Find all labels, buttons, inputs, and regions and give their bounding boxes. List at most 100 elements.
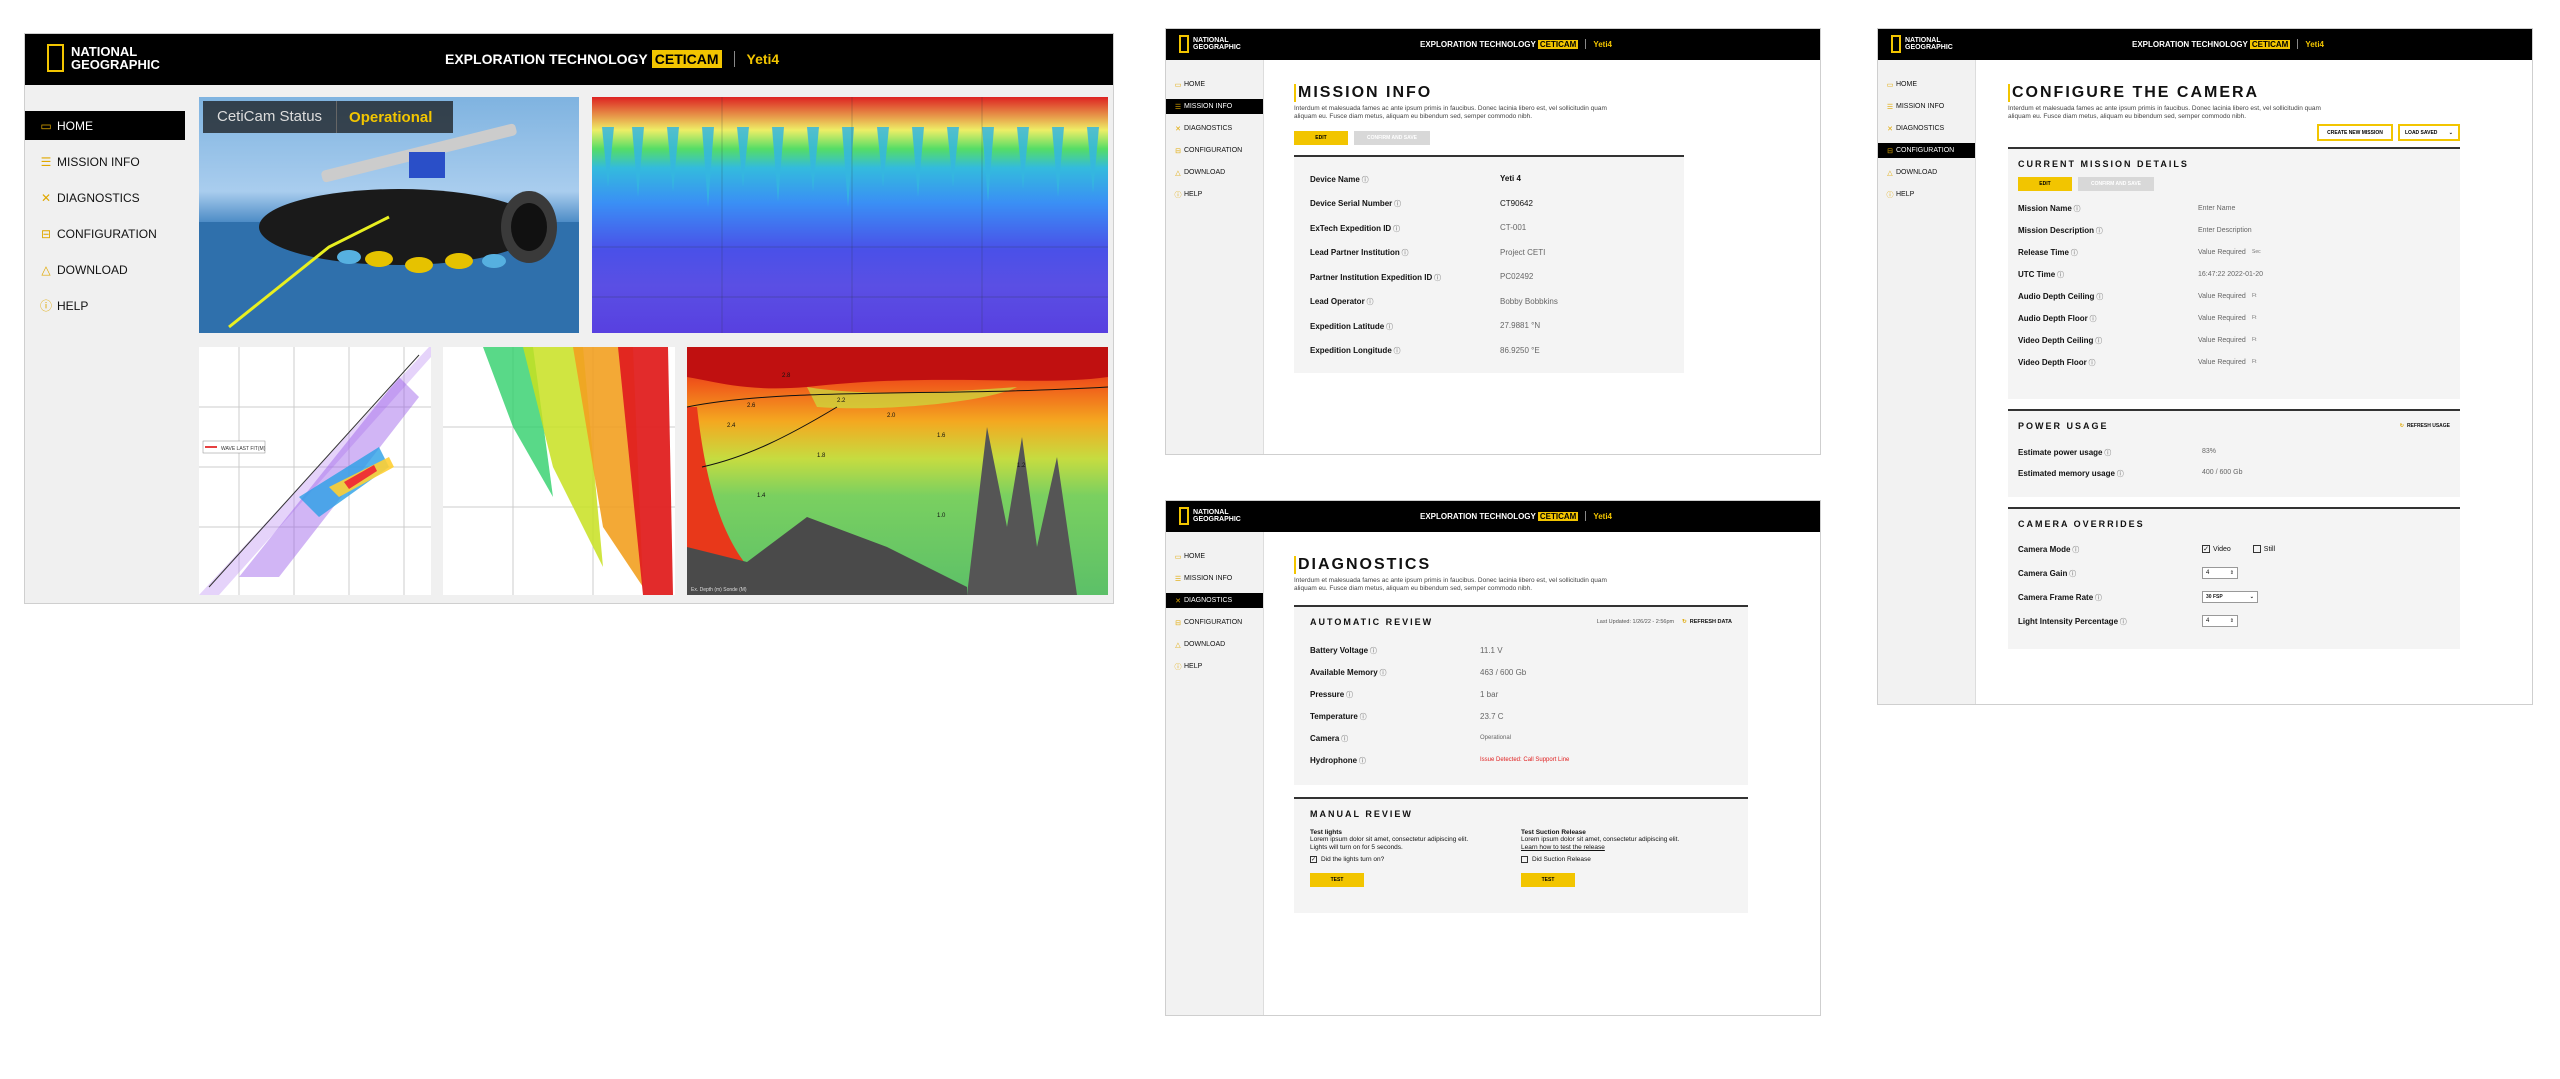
video-floor-input[interactable]: Value Required	[2198, 359, 2252, 366]
info-icon[interactable]: ⓘ	[1432, 275, 1441, 282]
info-icon[interactable]: ⓘ	[2094, 228, 2103, 235]
nav-item-configuration[interactable]: ⊟ CONFIGURATION	[1878, 143, 1975, 158]
natgeo-logo[interactable]: NATIONAL GEOGRAPHIC	[1179, 35, 1241, 53]
logo-frame-icon	[1891, 35, 1901, 53]
info-icon[interactable]: ⓘ	[1360, 177, 1369, 184]
nav-item-diagnostics[interactable]: ✕ DIAGNOSTICS	[1878, 121, 1975, 136]
info-icon[interactable]: ⓘ	[1365, 299, 1374, 306]
info-icon[interactable]: ⓘ	[1392, 348, 1401, 355]
still-radio[interactable]: Still	[2252, 545, 2275, 554]
nav-item-download[interactable]: △ DOWNLOAD	[1878, 165, 1975, 180]
download-icon: △	[1175, 169, 1181, 177]
nav-item-help[interactable]: ⓘ HELP	[1878, 187, 1975, 202]
mission-description-input[interactable]: Enter Description	[2198, 227, 2252, 234]
info-icon[interactable]: ⓘ	[2115, 471, 2124, 478]
detail-row: Device Serial Number ⓘ CT90642	[1310, 198, 1533, 209]
test-lights-button[interactable]: TEST	[1310, 872, 1364, 887]
nav-item-home[interactable]: ▭ HOME	[1166, 549, 1263, 564]
sidebar: ▭ HOME ☰ MISSION INFO ✕ DIAGNOSTICS ⊟ CONFIG…	[1166, 60, 1264, 454]
nav-item-configuration[interactable]: ⊟ CONFIGURATION	[1166, 143, 1263, 158]
test-suction-button[interactable]: TEST	[1521, 872, 1575, 887]
info-icon[interactable]: ⓘ	[2118, 619, 2127, 626]
wrench-icon: ✕	[1175, 125, 1181, 133]
mission-name-input[interactable]: Enter Name	[2198, 205, 2235, 212]
info-icon[interactable]: ⓘ	[1392, 201, 1401, 208]
confirm-save-button[interactable]: CONFIRM AND SAVE	[1354, 131, 1430, 146]
list-icon: ☰	[1886, 103, 1894, 111]
confirm-save-button[interactable]: CONFIRM AND SAVE	[2078, 177, 2154, 192]
info-icon[interactable]: ⓘ	[1344, 692, 1353, 699]
info-icon[interactable]: ⓘ	[1378, 670, 1387, 677]
nav-item-mission-info[interactable]: ☰ MISSION INFO	[25, 147, 185, 176]
nav-item-diagnostics[interactable]: ✕ DIAGNOSTICS	[1166, 593, 1263, 608]
nav-item-home[interactable]: ▭ HOME	[1878, 77, 1975, 92]
refresh-usage-button[interactable]: ↻ REFRESH USAGE	[2400, 423, 2450, 429]
contour-label: 1.0	[937, 513, 946, 519]
info-icon[interactable]: ⓘ	[2070, 547, 2079, 554]
list-icon: ☰	[1174, 103, 1182, 111]
header-bar: NATIONAL GEOGRAPHIC EXPLORATION TECHNOLOG…	[1166, 29, 1820, 60]
nav-item-diagnostics[interactable]: ✕ DIAGNOSTICS	[1166, 121, 1263, 136]
diagnostics-screen: NATIONAL GEOGRAPHIC EXPLORATION TECHNOLOG…	[1165, 500, 1821, 1016]
camera-icon: ▭	[1174, 81, 1182, 89]
nav-item-configuration[interactable]: ⊟ CONFIGURATION	[25, 219, 185, 248]
learn-link[interactable]: Learn how to test the release	[1521, 844, 1605, 851]
nav-item-mission-info[interactable]: ☰ MISSION INFO	[1878, 99, 1975, 114]
audio-ceiling-input[interactable]: Value Required	[2198, 293, 2252, 300]
load-saved-dropdown[interactable]: LOAD SAVED ⌄	[2398, 124, 2460, 142]
info-icon[interactable]: ⓘ	[1358, 714, 1367, 721]
config-row: Audio Depth Floor ⓘ Value Required Ft	[2018, 314, 2257, 324]
current-mission-card: CURRENT MISSION DETAILS EDIT CONFIRM AND…	[2008, 147, 2460, 400]
info-icon[interactable]: ⓘ	[2087, 360, 2096, 367]
detail-row: Lead Operator ⓘ Bobby Bobbkins	[1310, 296, 1558, 307]
audio-floor-input[interactable]: Value Required	[2198, 315, 2252, 322]
sliders-icon: ⊟	[40, 226, 52, 241]
gain-stepper[interactable]: 4 ⇕	[2202, 567, 2238, 580]
info-icon[interactable]: ⓘ	[1357, 758, 1366, 765]
status-banner: CetiCam Status Operational	[203, 101, 453, 133]
info-icon[interactable]: ⓘ	[1368, 648, 1377, 655]
info-icon[interactable]: ⓘ	[1391, 226, 1400, 233]
info-icon[interactable]: ⓘ	[2055, 272, 2064, 279]
natgeo-logo[interactable]: NATIONAL GEOGRAPHIC	[47, 44, 160, 72]
header-bar: NATIONAL GEOGRAPHIC EXPLORATION TECHNOLO…	[25, 34, 1113, 85]
info-icon[interactable]: ⓘ	[2094, 294, 2103, 301]
info-icon[interactable]: ⓘ	[2093, 338, 2102, 345]
info-icon[interactable]: ⓘ	[1384, 324, 1393, 331]
nav-item-download[interactable]: △ DOWNLOAD	[1166, 637, 1263, 652]
nav-item-diagnostics[interactable]: ✕ DIAGNOSTICS	[25, 183, 185, 212]
video-radio[interactable]: ✓ Video	[2202, 545, 2231, 554]
natgeo-logo[interactable]: NATIONAL GEOGRAPHIC	[1179, 507, 1241, 525]
scatter-legend-text: WAVE LAST FIT(M)	[221, 446, 266, 452]
nav-item-configuration[interactable]: ⊟ CONFIGURATION	[1166, 615, 1263, 630]
info-icon[interactable]: ⓘ	[1400, 250, 1409, 257]
nav-item-mission-info[interactable]: ☰ MISSION INFO	[1166, 99, 1263, 114]
info-icon[interactable]: ⓘ	[2067, 571, 2076, 578]
info-icon[interactable]: ⓘ	[2102, 450, 2111, 457]
light-intensity-stepper[interactable]: 4 ⇕	[2202, 615, 2238, 628]
release-time-input[interactable]: Value Required	[2198, 249, 2252, 256]
info-icon[interactable]: ⓘ	[2088, 316, 2097, 323]
nav-item-download[interactable]: △ DOWNLOAD	[1166, 165, 1263, 180]
create-new-mission-button[interactable]: CREATE NEW MISSION	[2317, 124, 2393, 142]
nav-item-help[interactable]: ⓘ HELP	[1166, 187, 1263, 202]
nav-item-download[interactable]: △ DOWNLOAD	[25, 255, 185, 284]
video-ceiling-input[interactable]: Value Required	[2198, 337, 2252, 344]
edit-button[interactable]: EDIT	[2018, 177, 2072, 192]
nav-item-help[interactable]: ⓘ HELP	[1166, 659, 1263, 674]
info-icon[interactable]: ⓘ	[2072, 206, 2081, 213]
info-icon[interactable]: ⓘ	[1339, 736, 1348, 743]
nav-item-home[interactable]: ▭ HOME	[25, 111, 185, 140]
nav-item-home[interactable]: ▭ HOME	[1166, 77, 1263, 92]
info-icon[interactable]: ⓘ	[2069, 250, 2078, 257]
frame-rate-select[interactable]: 30 FSP ⌄	[2202, 591, 2258, 604]
info-icon[interactable]: ⓘ	[2093, 595, 2102, 602]
suction-checkbox[interactable]	[1521, 855, 1528, 863]
refresh-data-button[interactable]: ↻ REFRESH DATA	[1682, 619, 1732, 625]
config-row: Video Depth Floor ⓘ Value Required Ft	[2018, 358, 2257, 368]
edit-button[interactable]: EDIT	[1294, 131, 1348, 146]
natgeo-logo[interactable]: NATIONAL GEOGRAPHIC	[1891, 35, 1953, 53]
lights-checkbox[interactable]: ✓	[1310, 855, 1317, 863]
nav-item-help[interactable]: ⓘ HELP	[25, 291, 185, 320]
nav-item-mission-info[interactable]: ☰ MISSION INFO	[1166, 571, 1263, 586]
